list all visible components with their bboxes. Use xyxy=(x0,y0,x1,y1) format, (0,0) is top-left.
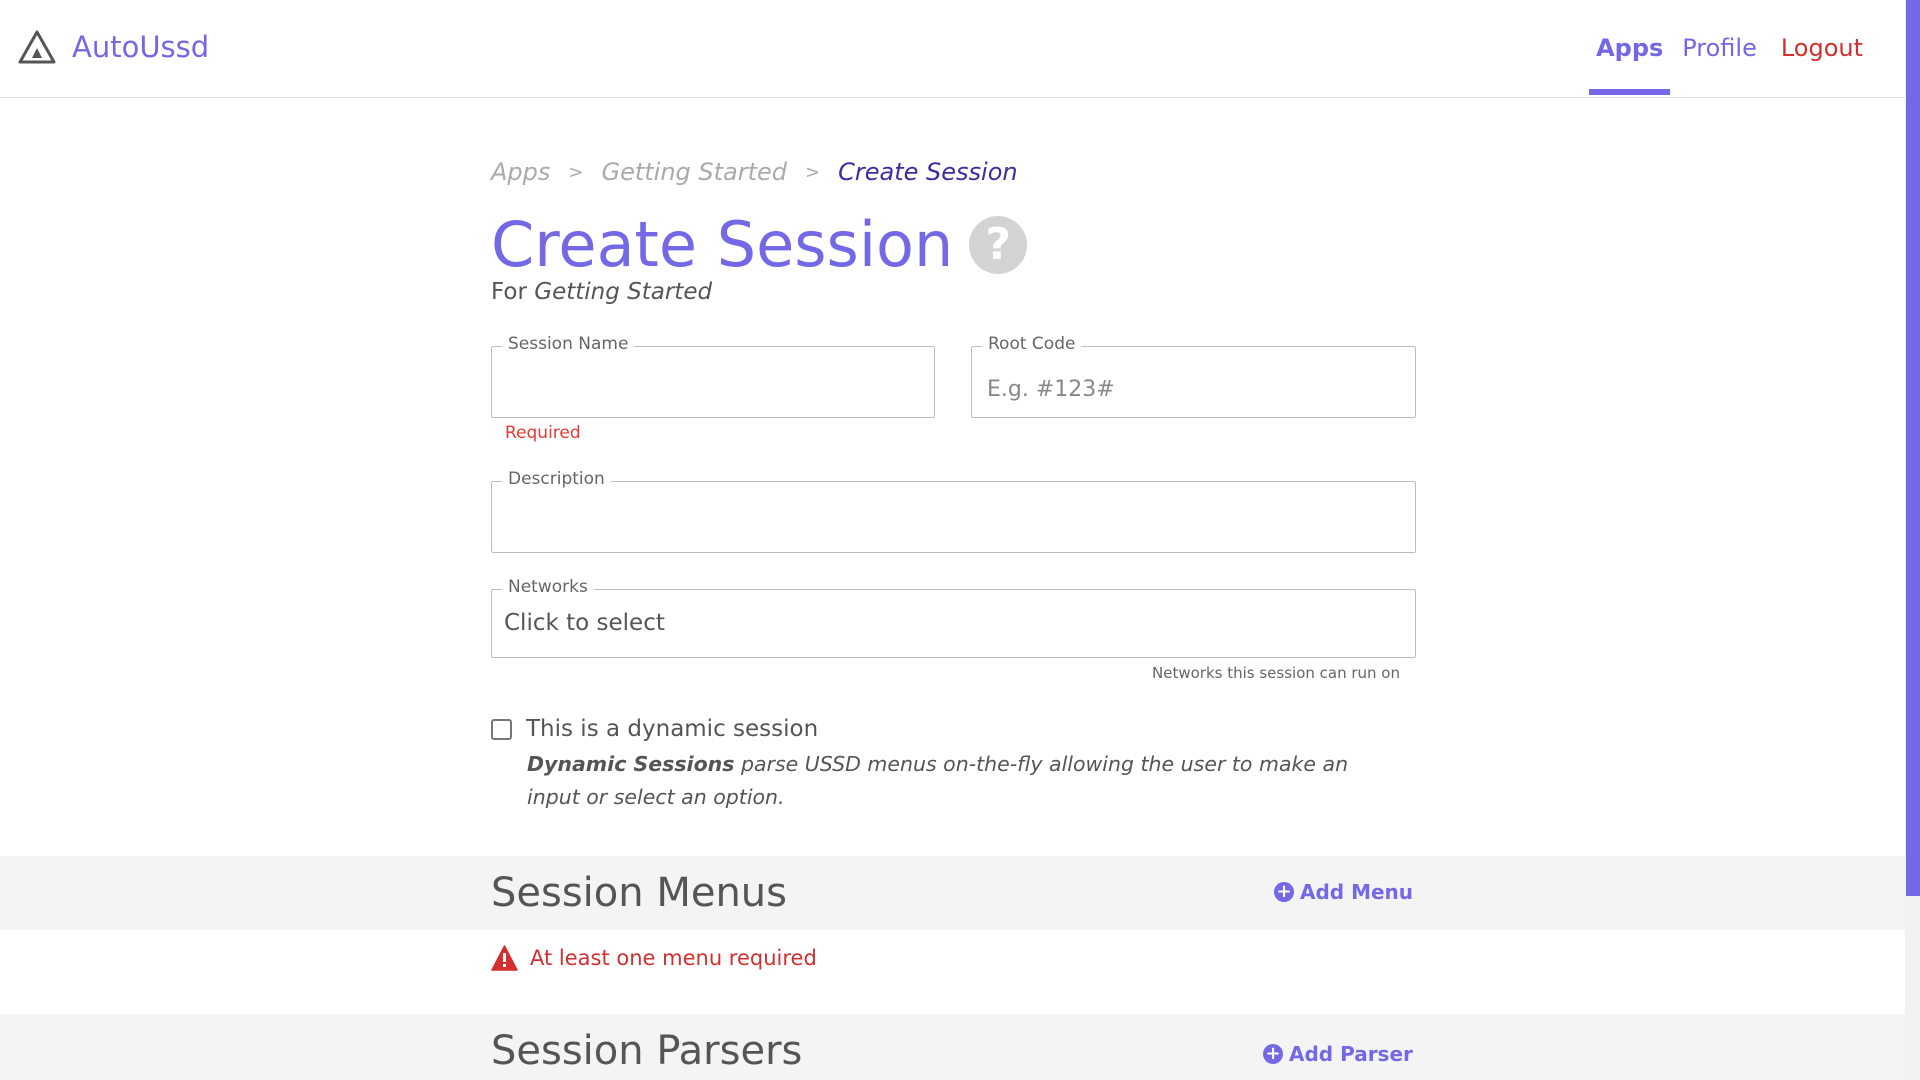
breadcrumb-getting-started[interactable]: Getting Started xyxy=(601,158,787,188)
question-circle-icon[interactable]: ? xyxy=(969,215,1028,274)
breadcrumb-separator: > xyxy=(568,162,584,183)
page-scrollbar[interactable] xyxy=(1905,0,1920,1080)
session-parsers-title: Session Parsers xyxy=(491,1028,803,1074)
plus-circle-icon: + xyxy=(1263,1044,1283,1064)
networks-hint: Networks this session can run on xyxy=(1152,664,1400,682)
networks-select-value[interactable]: Click to select xyxy=(504,610,665,636)
description-input[interactable] xyxy=(492,482,1415,552)
networks-label: Networks xyxy=(502,577,594,597)
add-menu-label[interactable]: Add Menu xyxy=(1300,880,1413,904)
subtitle-prefix: For xyxy=(491,279,527,305)
dynamic-sessions-term: Dynamic Sessions xyxy=(527,752,735,776)
page-subtitle: For Getting Started xyxy=(491,279,712,305)
session-name-field: Session Name xyxy=(491,334,935,418)
session-name-input[interactable] xyxy=(492,347,934,417)
breadcrumb-apps[interactable]: Apps xyxy=(491,158,550,188)
breadcrumb-separator: > xyxy=(805,162,821,183)
page-title-row: Create Session ? xyxy=(491,208,1028,281)
top-navbar: AutoUssd Apps Profile Logout xyxy=(0,0,1905,98)
session-menus-title: Session Menus xyxy=(491,870,787,916)
menus-warning-text: At least one menu required xyxy=(530,946,817,970)
plus-circle-icon: + xyxy=(1274,882,1294,902)
brand[interactable]: AutoUssd xyxy=(18,30,209,64)
dynamic-session-label[interactable]: This is a dynamic session xyxy=(526,716,818,742)
description-label: Description xyxy=(502,469,611,489)
page-title: Create Session xyxy=(491,208,954,281)
breadcrumb: Apps > Getting Started > Create Session xyxy=(491,158,1018,188)
add-menu-button[interactable]: + Add Menu xyxy=(1274,880,1413,904)
warning-triangle-icon xyxy=(491,945,518,971)
session-name-error: Required xyxy=(505,423,581,443)
subtitle-app-name: Getting Started xyxy=(534,279,713,305)
triangle-logo-icon xyxy=(18,30,56,64)
root-code-field: Root Code xyxy=(971,334,1416,418)
breadcrumb-create-session: Create Session xyxy=(838,158,1018,186)
description-field: Description xyxy=(491,469,1416,553)
add-parser-button[interactable]: + Add Parser xyxy=(1263,1042,1413,1066)
add-parser-label[interactable]: Add Parser xyxy=(1289,1042,1413,1066)
session-name-label: Session Name xyxy=(502,334,635,354)
scrollbar-thumb[interactable] xyxy=(1906,0,1920,896)
nav-logout[interactable]: Logout xyxy=(1769,0,1875,98)
dynamic-session-row: This is a dynamic session xyxy=(491,716,818,742)
root-code-input[interactable] xyxy=(972,347,1415,417)
session-menus-header: Session Menus + Add Menu xyxy=(0,856,1905,930)
menus-warning: At least one menu required xyxy=(491,945,817,971)
dynamic-session-description: Dynamic Sessions parse USSD menus on-the… xyxy=(527,748,1397,814)
networks-select[interactable]: Networks Click to select xyxy=(491,577,1416,658)
main-nav: Apps Profile Logout xyxy=(1589,0,1905,98)
nav-profile[interactable]: Profile xyxy=(1670,0,1769,98)
dynamic-session-checkbox[interactable] xyxy=(491,718,512,740)
brand-name[interactable]: AutoUssd xyxy=(72,30,209,64)
root-code-label: Root Code xyxy=(982,334,1082,354)
session-parsers-header: Session Parsers + Add Parser xyxy=(0,1014,1905,1080)
nav-apps[interactable]: Apps xyxy=(1589,0,1671,98)
